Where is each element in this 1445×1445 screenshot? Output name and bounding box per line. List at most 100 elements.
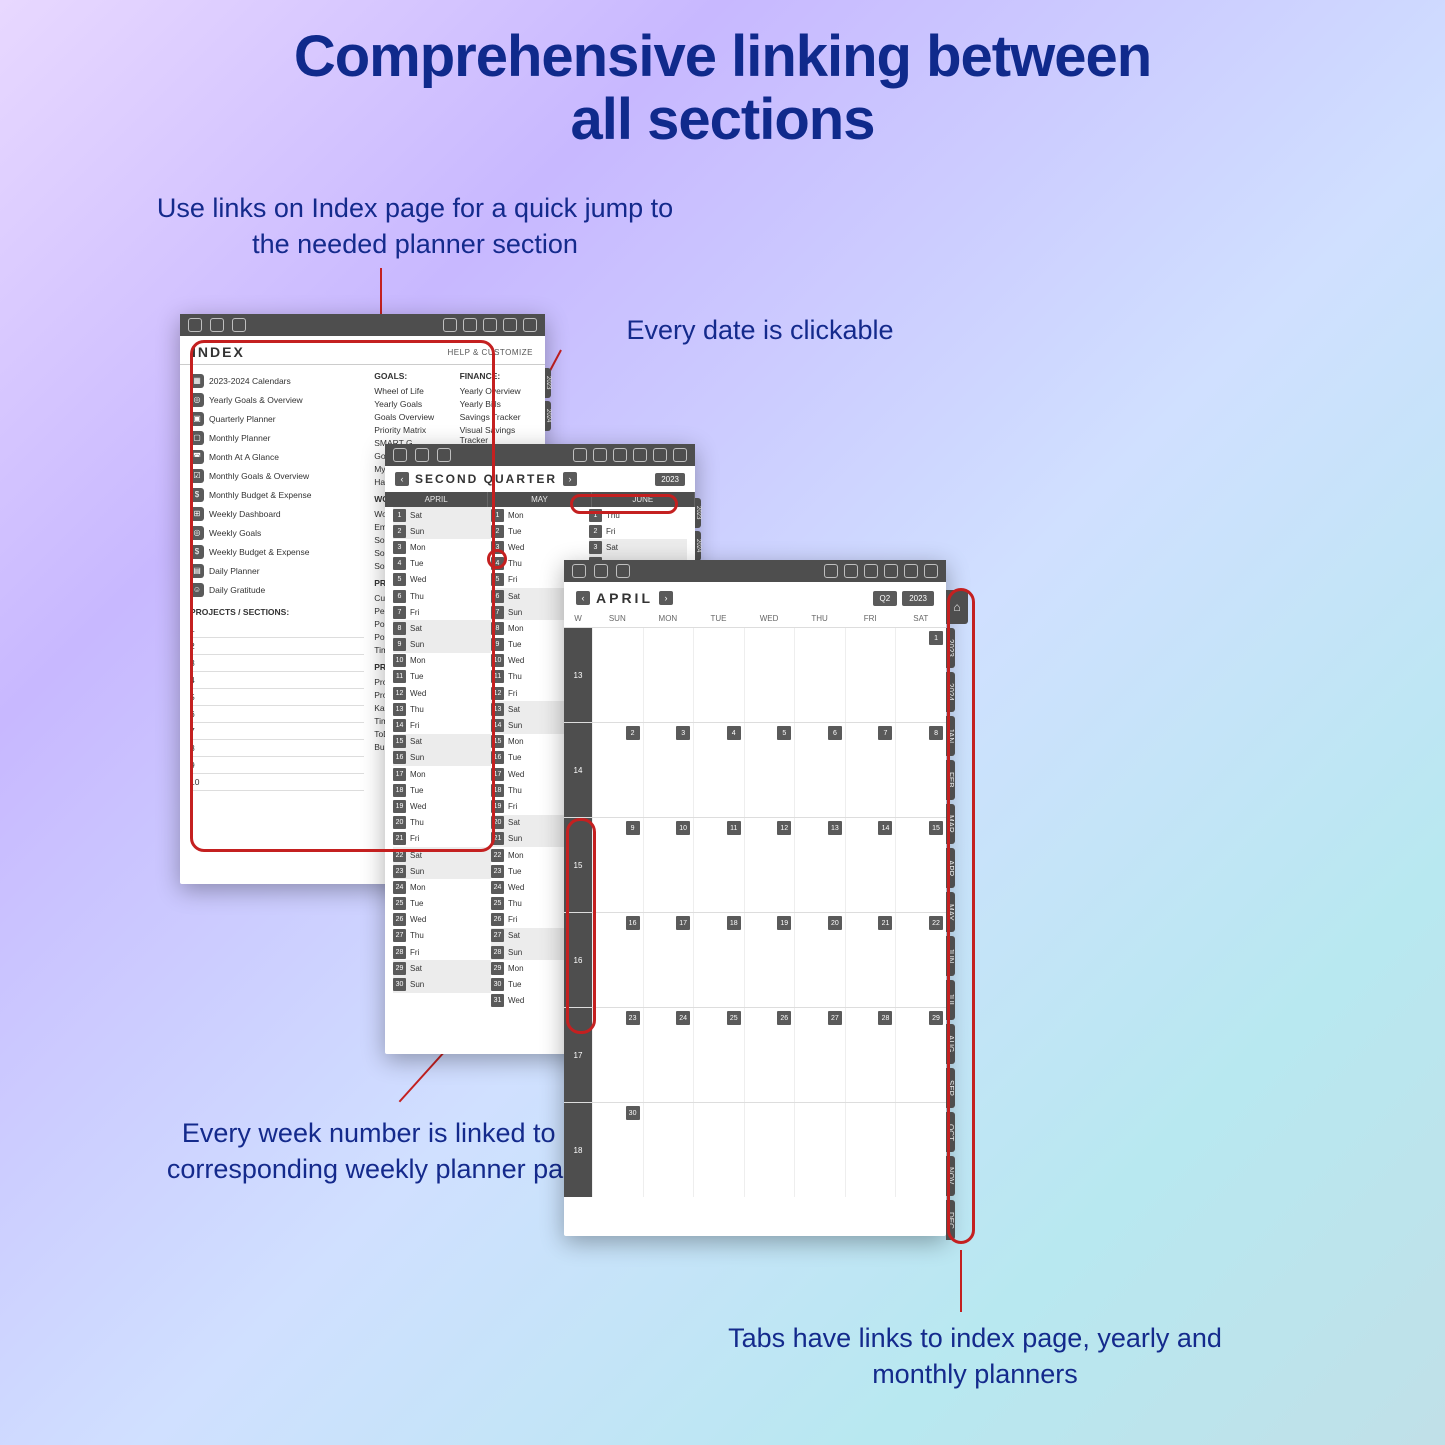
month-side-tab[interactable]: MAY [946, 892, 955, 932]
month-day-cell[interactable] [845, 1103, 896, 1197]
quarter-date-row[interactable]: 1Mon [491, 507, 589, 523]
index-project-line[interactable]: 9 [190, 757, 364, 774]
index-side-tab[interactable]: 2023 [545, 368, 551, 398]
index-link[interactable]: ⊞Weekly Dashboard [190, 504, 364, 523]
month-day-cell[interactable]: 29 [895, 1008, 946, 1102]
quarter-date-row[interactable]: 9Sun [393, 637, 491, 653]
index-project-line[interactable]: 2 [190, 638, 364, 655]
month-week-number[interactable]: 13 [564, 628, 592, 722]
quarter-prev-button[interactable]: ‹ [395, 472, 409, 486]
month-day-cell[interactable]: 16 [592, 913, 643, 1007]
index-help-link[interactable]: HELP & CUSTOMIZE [448, 348, 534, 357]
quarter-date-row[interactable]: 22Sat [393, 847, 491, 863]
nav-back-icon[interactable] [673, 448, 687, 462]
quarter-date-row[interactable]: 2Fri [589, 523, 687, 539]
index-sublink[interactable]: Priority Matrix [374, 423, 449, 436]
index-link[interactable]: ◎Yearly Goals & Overview [190, 390, 364, 409]
month-week-number[interactable]: 14 [564, 723, 592, 817]
month-day-cell[interactable]: 9 [592, 818, 643, 912]
index-sublink[interactable]: Yearly Goals [374, 397, 449, 410]
quarter-date-row[interactable]: 11Tue [393, 669, 491, 685]
month-day-cell[interactable]: 2 [592, 723, 643, 817]
index-project-line[interactable]: 3 [190, 655, 364, 672]
index-sublink[interactable]: Visual Savings Tracker [460, 423, 535, 446]
month-side-tab[interactable]: JAN [946, 716, 955, 756]
quarter-date-row[interactable]: 23Sun [393, 863, 491, 879]
check-icon[interactable] [437, 448, 451, 462]
quarter-month-header[interactable]: MAY [488, 492, 591, 507]
month-day-cell[interactable]: 3 [643, 723, 694, 817]
nav-back-icon[interactable] [924, 564, 938, 578]
quarter-date-row[interactable]: 18Tue [393, 782, 491, 798]
month-week-number[interactable]: 15 [564, 818, 592, 912]
month-day-cell[interactable]: 10 [643, 818, 694, 912]
clipboard-icon[interactable] [415, 448, 429, 462]
nav-s-icon[interactable] [613, 448, 627, 462]
month-side-tab[interactable]: DEC [946, 1200, 955, 1240]
quarter-date-row[interactable]: 3Wed [491, 539, 589, 555]
nav-w-icon[interactable] [653, 448, 667, 462]
nav-w-icon[interactable] [904, 564, 918, 578]
month-day-cell[interactable]: 25 [693, 1008, 744, 1102]
index-link[interactable]: ▣Quarterly Planner [190, 409, 364, 428]
month-day-cell[interactable]: 15 [895, 818, 946, 912]
month-day-cell[interactable]: 8 [895, 723, 946, 817]
month-day-cell[interactable] [744, 628, 795, 722]
month-day-cell[interactable]: 19 [744, 913, 795, 1007]
nav-q-icon[interactable] [844, 564, 858, 578]
index-project-line[interactable]: 5 [190, 689, 364, 706]
check-icon[interactable] [616, 564, 630, 578]
month-quarter-pill[interactable]: Q2 [873, 591, 898, 606]
month-side-tab[interactable]: AUG [946, 1024, 955, 1064]
month-day-cell[interactable]: 13 [794, 818, 845, 912]
month-day-cell[interactable]: 27 [794, 1008, 845, 1102]
month-side-tab[interactable]: MAR [946, 804, 955, 844]
nav-m-icon[interactable] [483, 318, 497, 332]
nav-q-icon[interactable] [463, 318, 477, 332]
index-link[interactable]: $Weekly Budget & Expense [190, 542, 364, 561]
home-icon[interactable] [188, 318, 202, 332]
quarter-date-row[interactable]: 10Mon [393, 653, 491, 669]
quarter-date-row[interactable]: 21Fri [393, 831, 491, 847]
index-link[interactable]: ☑Monthly Goals & Overview [190, 466, 364, 485]
quarter-date-row[interactable]: 24Mon [393, 879, 491, 895]
nav-y-icon[interactable] [443, 318, 457, 332]
index-sublink[interactable]: Yearly Overview [460, 384, 535, 397]
month-day-cell[interactable]: 17 [643, 913, 694, 1007]
index-project-line[interactable]: 1 [190, 621, 364, 638]
month-side-tab[interactable]: NOV [946, 1156, 955, 1196]
clipboard-icon[interactable] [210, 318, 224, 332]
quarter-year-pill[interactable]: 2023 [655, 473, 685, 486]
quarter-date-row[interactable]: 7Fri [393, 604, 491, 620]
quarter-side-tab[interactable]: 2023 [695, 498, 701, 528]
month-day-cell[interactable]: 18 [693, 913, 744, 1007]
nav-y-icon[interactable] [573, 448, 587, 462]
index-link[interactable]: ▢Monthly Planner [190, 428, 364, 447]
month-side-tab[interactable]: 2023 [946, 628, 955, 668]
month-day-cell[interactable] [643, 1103, 694, 1197]
quarter-date-row[interactable]: 30Sun [393, 976, 491, 992]
month-year-pill[interactable]: 2023 [902, 591, 934, 606]
index-sublink[interactable]: Wheel of Life [374, 384, 449, 397]
quarter-date-row[interactable]: 20Thu [393, 815, 491, 831]
index-project-line[interactable]: 8 [190, 740, 364, 757]
quarter-date-row[interactable]: 2Tue [491, 523, 589, 539]
quarter-side-tab[interactable]: 2024 [695, 531, 701, 561]
month-side-tab[interactable]: FEB [946, 760, 955, 800]
quarter-date-row[interactable]: 28Fri [393, 944, 491, 960]
quarter-date-row[interactable]: 17Mon [393, 766, 491, 782]
nav-w-icon[interactable] [503, 318, 517, 332]
quarter-next-button[interactable]: › [563, 472, 577, 486]
month-day-cell[interactable]: 28 [845, 1008, 896, 1102]
month-day-cell[interactable]: 4 [693, 723, 744, 817]
month-side-tab[interactable]: JUN [946, 936, 955, 976]
index-link[interactable]: ▤Daily Planner [190, 561, 364, 580]
month-prev-button[interactable]: ‹ [576, 591, 590, 605]
quarter-date-row[interactable]: 1Sat [393, 507, 491, 523]
quarter-date-row[interactable]: 12Wed [393, 685, 491, 701]
index-link[interactable]: ▦2023-2024 Calendars [190, 371, 364, 390]
index-sublink[interactable]: Savings Tracker [460, 410, 535, 423]
nav-q-icon[interactable] [593, 448, 607, 462]
quarter-date-row[interactable]: 2Sun [393, 523, 491, 539]
month-week-number[interactable]: 17 [564, 1008, 592, 1102]
